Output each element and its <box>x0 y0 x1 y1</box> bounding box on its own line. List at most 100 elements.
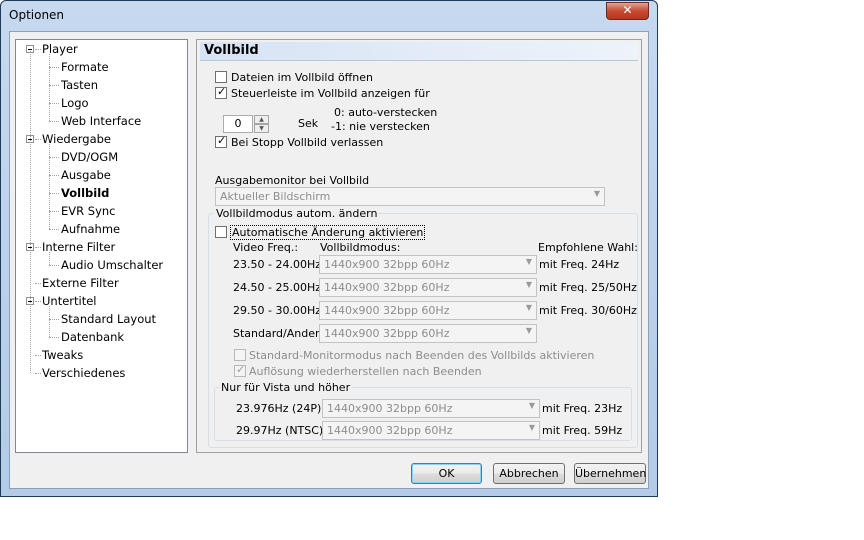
chevron-down-icon: ▼ <box>525 280 532 289</box>
spin-up-icon[interactable]: ▲ <box>254 115 269 124</box>
leave-on-stop-label[interactable]: Bei Stopp Vollbild verlassen <box>231 136 383 149</box>
tree-connector <box>49 103 59 104</box>
tree-connector <box>49 337 59 338</box>
tree-item-web-interface[interactable]: Web Interface <box>61 114 141 128</box>
tree-connector <box>49 211 59 212</box>
tree-item-tasten[interactable]: Tasten <box>61 78 98 92</box>
std-monitor-label[interactable]: Standard-Monitormodus nach Beenden des V… <box>249 349 594 362</box>
tree-branch <box>49 144 50 229</box>
open-fullscreen-label[interactable]: Dateien im Vollbild öffnen <box>231 71 373 84</box>
tree-connector <box>49 229 59 230</box>
col-freq: Video Freq.: <box>233 241 299 254</box>
tree-connector <box>35 139 41 140</box>
cancel-button[interactable]: Abbrechen <box>493 463 565 484</box>
tree-connector <box>35 247 41 248</box>
tree-connector <box>49 193 59 194</box>
chevron-down-icon: ▼ <box>525 257 532 266</box>
freq-label: 23.976Hz (24P) <box>236 402 322 415</box>
show-controls-label[interactable]: Steuerleiste im Vollbild anzeigen für <box>231 87 430 100</box>
chevron-down-icon: ▼ <box>528 401 535 410</box>
monitor-label: Ausgabemonitor bei Vollbild <box>215 174 370 187</box>
chevron-down-icon: ▼ <box>593 189 600 198</box>
mode-value: 1440x900 32bpp 60Hz <box>324 327 450 340</box>
tree-item-ausgabe[interactable]: Ausgabe <box>61 168 111 182</box>
tree-item-dvd-ogm[interactable]: DVD/OGM <box>61 150 118 164</box>
restore-res-checkbox[interactable] <box>234 363 246 377</box>
tree-connector <box>35 373 41 374</box>
monitor-select[interactable]: Aktueller Bildschirm ▼ <box>215 187 605 206</box>
tree-item-logo[interactable]: Logo <box>61 96 89 110</box>
hint-auto-hide: 0: auto-verstecken <box>334 106 438 119</box>
tree-connector <box>49 121 59 122</box>
col-recommended: Empfohlene Wahl: <box>538 241 638 254</box>
panel-title: Vollbild <box>204 43 259 58</box>
col-mode: Vollbildmodus: <box>320 241 401 254</box>
recommended-label: mit Freq. 24Hz <box>539 258 620 271</box>
spin-down-icon[interactable]: ▼ <box>254 124 269 133</box>
tree-connector <box>49 85 59 86</box>
leave-on-stop-checkbox[interactable] <box>215 134 227 148</box>
chevron-down-icon: ▼ <box>525 303 532 312</box>
mode-select[interactable]: 1440x900 32bpp 60Hz ▼ <box>319 324 537 343</box>
ok-button[interactable]: OK <box>411 463 482 484</box>
mode-value: 1440x900 32bpp 60Hz <box>324 258 450 271</box>
tree-connector <box>35 49 41 50</box>
std-monitor-checkbox[interactable] <box>234 349 246 361</box>
mode-select[interactable]: 1440x900 32bpp 60Hz ▼ <box>322 399 540 418</box>
tree-item-aufnahme[interactable]: Aufnahme <box>61 222 120 236</box>
tree-item-verschiedenes[interactable]: Verschiedenes <box>42 366 125 380</box>
mode-select[interactable]: 1440x900 32bpp 60Hz ▼ <box>322 421 540 440</box>
tree-item-externe-filter[interactable]: Externe Filter <box>42 276 119 290</box>
settings-tree[interactable]: Player Formate Tasten Logo Web Interface Wied… <box>15 39 188 453</box>
freq-label: 23.50 - 24.00Hz <box>233 258 321 271</box>
recommended-label: mit Freq. 25/50Hz <box>539 281 637 294</box>
mode-select[interactable]: 1440x900 32bpp 60Hz ▼ <box>319 301 537 320</box>
tree-item-untertitel[interactable]: Untertitel <box>42 294 97 308</box>
spin-value[interactable]: 0 <box>223 115 253 133</box>
freq-label: Standard/Andere <box>233 327 327 340</box>
vista-group-title: Nur für Vista und höher <box>219 381 353 394</box>
tree-item-standard-layout[interactable]: Standard Layout <box>61 312 156 326</box>
autochange-label[interactable]: Automatische Änderung aktivieren <box>230 225 426 240</box>
tree-item-player[interactable]: Player <box>42 42 78 56</box>
mode-value: 1440x900 32bpp 60Hz <box>324 304 450 317</box>
restore-res-label[interactable]: Auflösung wiederherstellen nach Beenden <box>249 365 482 378</box>
hide-delay-spinner[interactable]: 0 ▲ ▼ <box>223 115 270 133</box>
spin-unit: Sek <box>298 117 319 130</box>
dialog-client: Player Formate Tasten Logo Web Interface Wied… <box>9 31 649 489</box>
tree-item-datenbank[interactable]: Datenbank <box>61 330 124 344</box>
mode-select[interactable]: 1440x900 32bpp 60Hz ▼ <box>319 255 537 274</box>
recommended-label: mit Freq. 30/60Hz <box>539 304 637 317</box>
autochange-checkbox[interactable] <box>215 226 227 238</box>
tree-connector <box>35 301 41 302</box>
tree-item-interne-filter[interactable]: Interne Filter <box>42 240 115 254</box>
mode-value: 1440x900 32bpp 60Hz <box>327 424 453 437</box>
tree-connector <box>49 157 59 158</box>
recommended-label: mit Freq. 59Hz <box>542 424 623 437</box>
tree-item-tweaks[interactable]: Tweaks <box>42 348 83 362</box>
tree-item-wiedergabe[interactable]: Wiedergabe <box>42 132 111 146</box>
tree-item-audio-umschalter[interactable]: Audio Umschalter <box>61 258 163 272</box>
chevron-down-icon: ▼ <box>528 423 535 432</box>
mode-select[interactable]: 1440x900 32bpp 60Hz ▼ <box>319 278 537 297</box>
tree-connector <box>49 319 59 320</box>
tree-connector <box>35 355 41 356</box>
open-fullscreen-checkbox[interactable] <box>215 71 227 83</box>
tree-item-evr-sync[interactable]: EVR Sync <box>61 204 116 218</box>
panel-header: Vollbild <box>200 42 638 61</box>
options-window: Optionen ✕ Player Formate Tasten Logo Web In… <box>0 0 658 497</box>
title-bar[interactable]: Optionen ✕ <box>1 1 657 31</box>
close-button[interactable]: ✕ <box>606 2 649 20</box>
settings-panel: Vollbild Dateien im Vollbild öffnen Steu… <box>196 39 642 453</box>
tree-connector <box>49 67 59 68</box>
autochange-group-title: Vollbildmodus autom. ändern <box>214 207 380 220</box>
apply-button[interactable]: Übernehmen <box>574 463 646 484</box>
tree-connector <box>49 175 59 176</box>
tree-item-formate[interactable]: Formate <box>61 60 109 74</box>
tree-item-vollbild[interactable]: Vollbild <box>61 186 109 200</box>
recommended-label: mit Freq. 23Hz <box>542 402 623 415</box>
show-controls-checkbox[interactable] <box>215 85 227 99</box>
window-title: Optionen <box>9 8 65 22</box>
tree-connector <box>35 283 41 284</box>
monitor-value: Aktueller Bildschirm <box>220 190 331 203</box>
